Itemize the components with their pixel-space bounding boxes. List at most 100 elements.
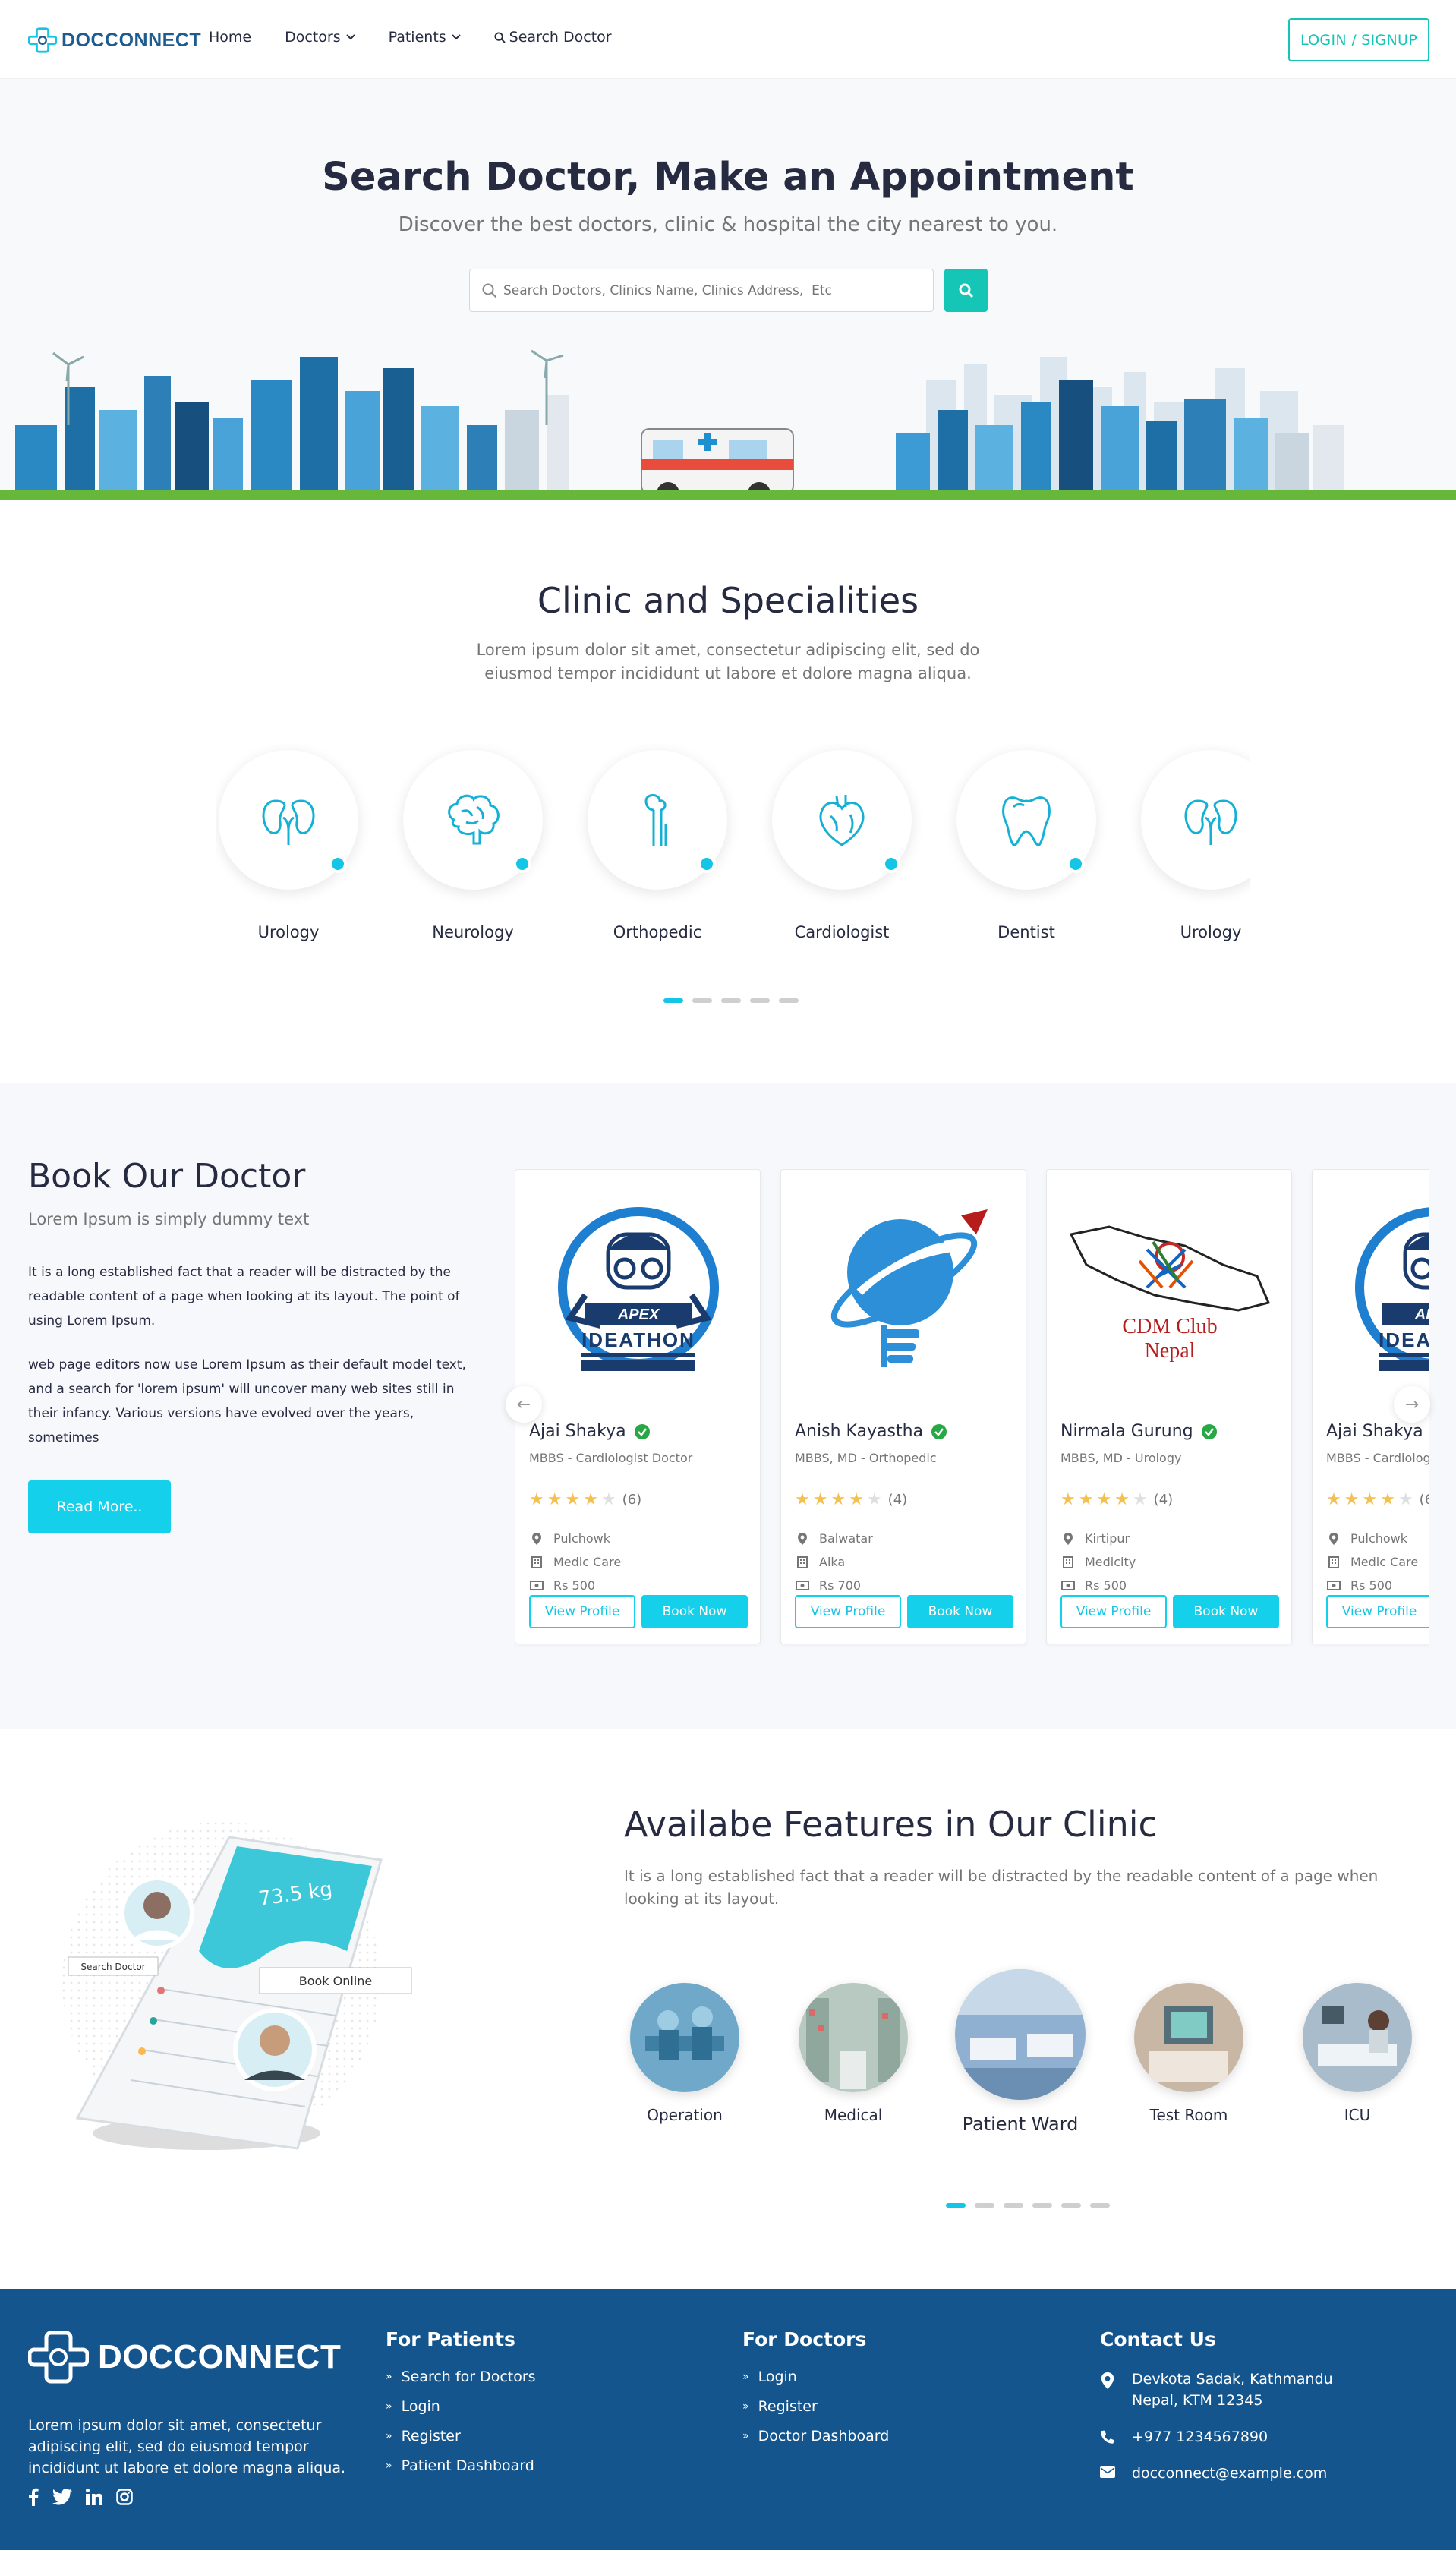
doctor-name[interactable]: Nirmala Gurung xyxy=(1060,1422,1218,1441)
pagination-dot[interactable] xyxy=(692,998,712,1003)
view-profile-button[interactable]: View Profile xyxy=(1060,1595,1167,1628)
pagination-dot[interactable] xyxy=(975,2203,994,2208)
pagination-dot[interactable] xyxy=(750,998,770,1003)
specialities-pagination xyxy=(663,998,808,1003)
speciality-item[interactable]: Urology xyxy=(216,744,368,957)
search-input[interactable] xyxy=(503,282,921,298)
pagination-dot[interactable] xyxy=(1004,2203,1023,2208)
nav-search-doctor[interactable]: Search Doctor xyxy=(494,29,612,46)
specialities-carousel[interactable]: Urology Neurology Orthopedic Cardiologis… xyxy=(216,744,1250,964)
doctor-image[interactable]: APEX IDEATHON xyxy=(531,1193,746,1398)
doctor-fee: Rs 500 xyxy=(1326,1578,1392,1593)
doctor-carousel[interactable]: APEX IDEATHON Ajai Shakya MBBS - Cardiol… xyxy=(515,1169,1429,1647)
doctor-name[interactable]: Ajai Shakya xyxy=(1326,1422,1423,1441)
instagram-icon[interactable] xyxy=(116,2488,133,2506)
doctor-name[interactable]: Ajai Shakya xyxy=(529,1422,651,1441)
doctor-degree: MBBS, MD - Urology xyxy=(1060,1451,1182,1465)
speciality-icon-circle xyxy=(1141,750,1250,890)
footer-logo[interactable]: DOCCONNECT xyxy=(28,2327,341,2388)
book-now-button[interactable]: Book Now xyxy=(907,1595,1013,1628)
linkedin-icon[interactable] xyxy=(86,2488,102,2506)
feature-item[interactable]: Medical xyxy=(799,1983,908,2124)
view-profile-button[interactable]: View Profile xyxy=(795,1595,901,1628)
footer-link[interactable]: » Register xyxy=(742,2398,889,2415)
search-icon xyxy=(482,283,497,298)
feature-item[interactable]: Operation xyxy=(630,1983,739,2124)
pagination-dot[interactable] xyxy=(663,998,683,1003)
footer-link[interactable]: » Login xyxy=(742,2369,889,2385)
search-button[interactable] xyxy=(944,269,988,312)
view-profile-button[interactable]: View Profile xyxy=(529,1595,635,1628)
footer-contact-column: Contact Us Devkota Sadak, Kathmandu Nepal… xyxy=(1100,2328,1333,2499)
medical-cross-logo-icon xyxy=(28,27,57,53)
speciality-item[interactable]: Orthopedic xyxy=(585,744,737,957)
phone-icon xyxy=(1101,2430,1114,2444)
feature-label: Test Room xyxy=(1149,2106,1228,2124)
speciality-item[interactable]: Urology xyxy=(1139,744,1250,957)
feature-label: Patient Ward xyxy=(962,2113,1079,2135)
review-count: (4) xyxy=(1153,1492,1174,1508)
footer-link[interactable]: » Search for Doctors xyxy=(386,2369,536,2385)
pagination-dot[interactable] xyxy=(779,998,799,1003)
doctor-image[interactable]: APEX IDEATHON xyxy=(1328,1193,1429,1398)
view-profile-button[interactable]: View Profile xyxy=(1326,1595,1429,1628)
feature-item[interactable]: ICU xyxy=(1303,1983,1412,2124)
login-signup-button[interactable]: LOGIN / SIGNUP xyxy=(1288,18,1429,61)
pagination-dot[interactable] xyxy=(1032,2203,1052,2208)
doctor-name-text: Anish Kayastha xyxy=(795,1422,924,1441)
footer-contact-title: Contact Us xyxy=(1100,2328,1216,2350)
footer-link[interactable]: » Doctor Dashboard xyxy=(742,2428,889,2444)
doctor-degree: MBBS - Cardiologist Doctor xyxy=(1326,1451,1429,1465)
doctor-location-text: Kirtipur xyxy=(1085,1531,1130,1546)
chevron-down-icon xyxy=(345,34,355,40)
search-field[interactable] xyxy=(469,269,934,312)
speciality-item[interactable]: Neurology xyxy=(401,744,553,957)
doctor-image[interactable]: CDM Club Nepal xyxy=(1062,1193,1278,1398)
footer-link[interactable]: » Register xyxy=(386,2428,536,2444)
pagination-dot[interactable] xyxy=(1090,2203,1110,2208)
doctor-name[interactable]: Anish Kayastha xyxy=(795,1422,947,1441)
tooth-icon xyxy=(1002,796,1051,846)
book-now-button[interactable]: Book Now xyxy=(1173,1595,1279,1628)
book-subtitle: Lorem Ipsum is simply dummy text xyxy=(28,1210,310,1228)
pagination-dot[interactable] xyxy=(1061,2203,1081,2208)
nav-doctors[interactable]: Doctors xyxy=(285,29,355,46)
doctor-rating: ★★★★★(6) xyxy=(529,1490,642,1509)
site-logo[interactable]: DOCCONNECT xyxy=(28,26,201,55)
carousel-next-button[interactable]: → xyxy=(1394,1386,1430,1423)
map-marker-icon xyxy=(1329,1532,1338,1545)
verified-check-icon xyxy=(1201,1423,1217,1439)
feature-item[interactable]: Test Room xyxy=(1134,1983,1243,2124)
double-chevron-right-icon: » xyxy=(386,2400,392,2413)
hospital-icon xyxy=(531,1556,542,1568)
apex-ideathon-logo: APEX IDEATHON xyxy=(1355,1207,1429,1371)
footer-link[interactable]: » Login xyxy=(386,2398,536,2415)
book-now-button[interactable]: Book Now xyxy=(641,1595,748,1628)
speciality-item[interactable]: Cardiologist xyxy=(770,744,922,957)
review-count: (6) xyxy=(622,1492,642,1508)
speciality-item[interactable]: Dentist xyxy=(954,744,1106,957)
footer-email[interactable]: docconnect@example.com xyxy=(1100,2463,1333,2484)
pagination-dot[interactable] xyxy=(946,2203,966,2208)
nav-home[interactable]: Home xyxy=(209,29,251,46)
pagination-dot[interactable] xyxy=(721,998,741,1003)
feature-image xyxy=(1134,1983,1243,2092)
feature-item[interactable]: Patient Ward xyxy=(955,1969,1086,2135)
facebook-icon[interactable] xyxy=(28,2488,39,2506)
hero-section: Search Doctor, Make an Appointment Disco… xyxy=(0,79,1456,509)
footer-link[interactable]: » Patient Dashboard xyxy=(386,2457,536,2474)
footer-phone[interactable]: +977 1234567890 xyxy=(1100,2426,1333,2448)
book-doctor-section: Book Our Doctor Lorem Ipsum is simply du… xyxy=(0,1083,1456,1729)
search-icon xyxy=(959,283,973,298)
footer-link-text: Register xyxy=(758,2398,818,2415)
nav-patients[interactable]: Patients xyxy=(389,29,461,46)
doctor-name-text: Ajai Shakya xyxy=(529,1422,626,1441)
kidney-icon xyxy=(1184,799,1237,845)
read-more-button[interactable]: Read More.. xyxy=(28,1480,171,1533)
footer-doctors-column: For Doctors » Login » Register » Doctor Das… xyxy=(742,2328,889,2457)
doctor-image[interactable] xyxy=(796,1193,1012,1398)
carousel-prev-button[interactable]: ← xyxy=(506,1386,542,1423)
city-skyline-illustration xyxy=(0,349,1456,509)
speciality-label: Cardiologist xyxy=(794,923,890,941)
twitter-icon[interactable] xyxy=(52,2488,72,2506)
